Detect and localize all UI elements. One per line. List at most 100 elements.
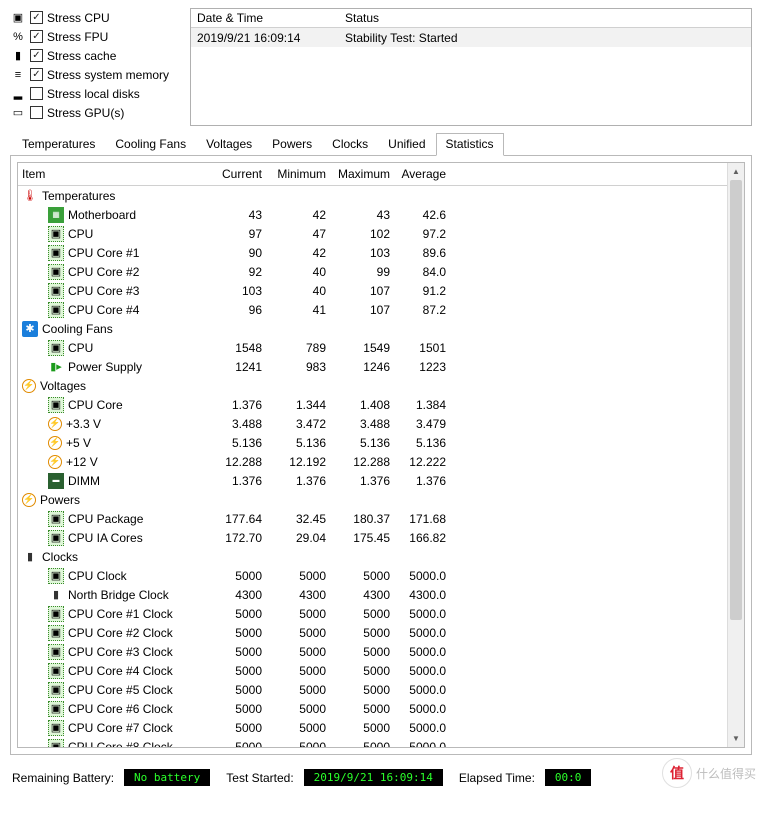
test-started-value: 2019/9/21 16:09:14 [304, 769, 443, 786]
item-name: CPU Core #2 [68, 265, 139, 279]
chip-icon: ▣ [48, 511, 64, 527]
val-current: 97 [208, 227, 272, 241]
val-minimum: 1.376 [272, 474, 336, 488]
stats-row[interactable]: ▣CPU 1548 789 1549 1501 [18, 338, 744, 357]
therm-icon: 🌡 [22, 188, 38, 204]
val-current: 1241 [208, 360, 272, 374]
log-header-status[interactable]: Status [339, 11, 751, 25]
val-minimum: 47 [272, 227, 336, 241]
statistics-panel: Item Current Minimum Maximum Average 🌡 Te… [10, 156, 752, 755]
log-row[interactable]: 2019/9/21 16:09:14 Stability Test: Start… [191, 28, 751, 47]
stats-row[interactable]: ▣CPU Core 1.376 1.344 1.408 1.384 [18, 395, 744, 414]
stats-row[interactable]: ▣CPU Core #5 Clock 5000 5000 5000 5000.0 [18, 680, 744, 699]
stats-row[interactable]: ▣CPU IA Cores 172.70 29.04 175.45 166.82 [18, 528, 744, 547]
item-name: Motherboard [68, 208, 136, 222]
item-name: North Bridge Clock [68, 588, 169, 602]
checkbox[interactable]: ✓ [30, 11, 43, 24]
mb-icon: ▦ [48, 207, 64, 223]
stats-row[interactable]: ▣CPU Core #4 Clock 5000 5000 5000 5000.0 [18, 661, 744, 680]
checkbox[interactable] [30, 87, 43, 100]
stats-row[interactable]: ▮North Bridge Clock 4300 4300 4300 4300.… [18, 585, 744, 604]
stats-row[interactable]: ▣CPU Core #2 Clock 5000 5000 5000 5000.0 [18, 623, 744, 642]
group-name: Temperatures [42, 189, 115, 203]
tab-cooling fans[interactable]: Cooling Fans [105, 133, 196, 156]
stats-row[interactable]: ▣CPU Core #7 Clock 5000 5000 5000 5000.0 [18, 718, 744, 737]
stats-row[interactable]: ▦Motherboard 43 42 43 42.6 [18, 205, 744, 224]
val-average: 5.136 [400, 436, 464, 450]
val-average: 1.376 [400, 474, 464, 488]
tab-voltages[interactable]: Voltages [196, 133, 262, 156]
battery-label: Remaining Battery: [12, 771, 114, 785]
group-name: Clocks [42, 550, 78, 564]
col-item[interactable]: Item [18, 167, 208, 181]
chip-icon: ▣ [48, 340, 64, 356]
val-current: 5000 [208, 702, 272, 716]
val-average: 87.2 [400, 303, 464, 317]
stats-row[interactable]: ⚡+5 V 5.136 5.136 5.136 5.136 [18, 433, 744, 452]
chip-icon: ▣ [48, 568, 64, 584]
chip-icon: ▣ [48, 625, 64, 641]
val-average: 42.6 [400, 208, 464, 222]
stats-row[interactable]: ▣CPU 97 47 102 97.2 [18, 224, 744, 243]
stats-row[interactable]: ⚡+12 V 12.288 12.192 12.288 12.222 [18, 452, 744, 471]
tab-temperatures[interactable]: Temperatures [12, 133, 105, 156]
val-average: 84.0 [400, 265, 464, 279]
col-minimum[interactable]: Minimum [272, 167, 336, 181]
group-row[interactable]: ⚡Powers [18, 490, 744, 509]
stats-row[interactable]: ▣CPU Core #1 Clock 5000 5000 5000 5000.0 [18, 604, 744, 623]
stats-row[interactable]: ▮▸Power Supply 1241 983 1246 1223 [18, 357, 744, 376]
val-minimum: 5000 [272, 683, 336, 697]
scroll-thumb[interactable] [730, 180, 742, 620]
checkbox[interactable]: ✓ [30, 30, 43, 43]
col-average[interactable]: Average [400, 167, 464, 181]
scroll-down-icon[interactable]: ▼ [728, 730, 744, 747]
val-maximum: 103 [336, 246, 400, 260]
log-status: Stability Test: Started [339, 31, 751, 45]
stress-option: ▣ ✓ Stress CPU [10, 8, 178, 27]
val-average: 5000.0 [400, 683, 464, 697]
stats-row[interactable]: ▣CPU Core #3 103 40 107 91.2 [18, 281, 744, 300]
scroll-up-icon[interactable]: ▲ [728, 163, 744, 180]
val-current: 4300 [208, 588, 272, 602]
scrollbar[interactable]: ▲ ▼ [727, 163, 744, 747]
group-row[interactable]: ✱Cooling Fans [18, 319, 744, 338]
group-row[interactable]: ⚡Voltages [18, 376, 744, 395]
val-current: 96 [208, 303, 272, 317]
val-minimum: 40 [272, 284, 336, 298]
stats-row[interactable]: ▣CPU Core #2 92 40 99 84.0 [18, 262, 744, 281]
val-average: 4300.0 [400, 588, 464, 602]
stats-row[interactable]: ▬DIMM 1.376 1.376 1.376 1.376 [18, 471, 744, 490]
val-minimum: 12.192 [272, 455, 336, 469]
val-minimum: 42 [272, 246, 336, 260]
volt-icon: ⚡ [22, 379, 36, 393]
stats-row[interactable]: ▣CPU Core #4 96 41 107 87.2 [18, 300, 744, 319]
tab-powers[interactable]: Powers [262, 133, 322, 156]
val-average: 5000.0 [400, 664, 464, 678]
val-average: 5000.0 [400, 702, 464, 716]
chip-icon: ▣ [48, 644, 64, 660]
stats-row[interactable]: ▣CPU Core #1 90 42 103 89.6 [18, 243, 744, 262]
stress-option-label: Stress FPU [47, 30, 108, 44]
checkbox[interactable]: ✓ [30, 68, 43, 81]
stats-row[interactable]: ▣CPU Core #6 Clock 5000 5000 5000 5000.0 [18, 699, 744, 718]
checkbox[interactable] [30, 106, 43, 119]
stats-row[interactable]: ▣CPU Package 177.64 32.45 180.37 171.68 [18, 509, 744, 528]
val-average: 12.222 [400, 455, 464, 469]
group-row[interactable]: 🌡 Temperatures [18, 186, 744, 205]
stats-row[interactable]: ⚡+3.3 V 3.488 3.472 3.488 3.479 [18, 414, 744, 433]
tab-statistics[interactable]: Statistics [436, 133, 504, 156]
stats-row[interactable]: ▣CPU Clock 5000 5000 5000 5000.0 [18, 566, 744, 585]
group-row[interactable]: ▮Clocks [18, 547, 744, 566]
val-current: 103 [208, 284, 272, 298]
tab-unified[interactable]: Unified [378, 133, 435, 156]
stats-row[interactable]: ▣CPU Core #8 Clock 5000 5000 5000 5000.0 [18, 737, 744, 748]
checkbox[interactable]: ✓ [30, 49, 43, 62]
stats-row[interactable]: ▣CPU Core #3 Clock 5000 5000 5000 5000.0 [18, 642, 744, 661]
col-current[interactable]: Current [208, 167, 272, 181]
tab-clocks[interactable]: Clocks [322, 133, 378, 156]
val-average: 5000.0 [400, 645, 464, 659]
col-maximum[interactable]: Maximum [336, 167, 400, 181]
volt-icon: ⚡ [48, 417, 62, 431]
log-header-date[interactable]: Date & Time [191, 11, 339, 25]
val-maximum: 1.376 [336, 474, 400, 488]
